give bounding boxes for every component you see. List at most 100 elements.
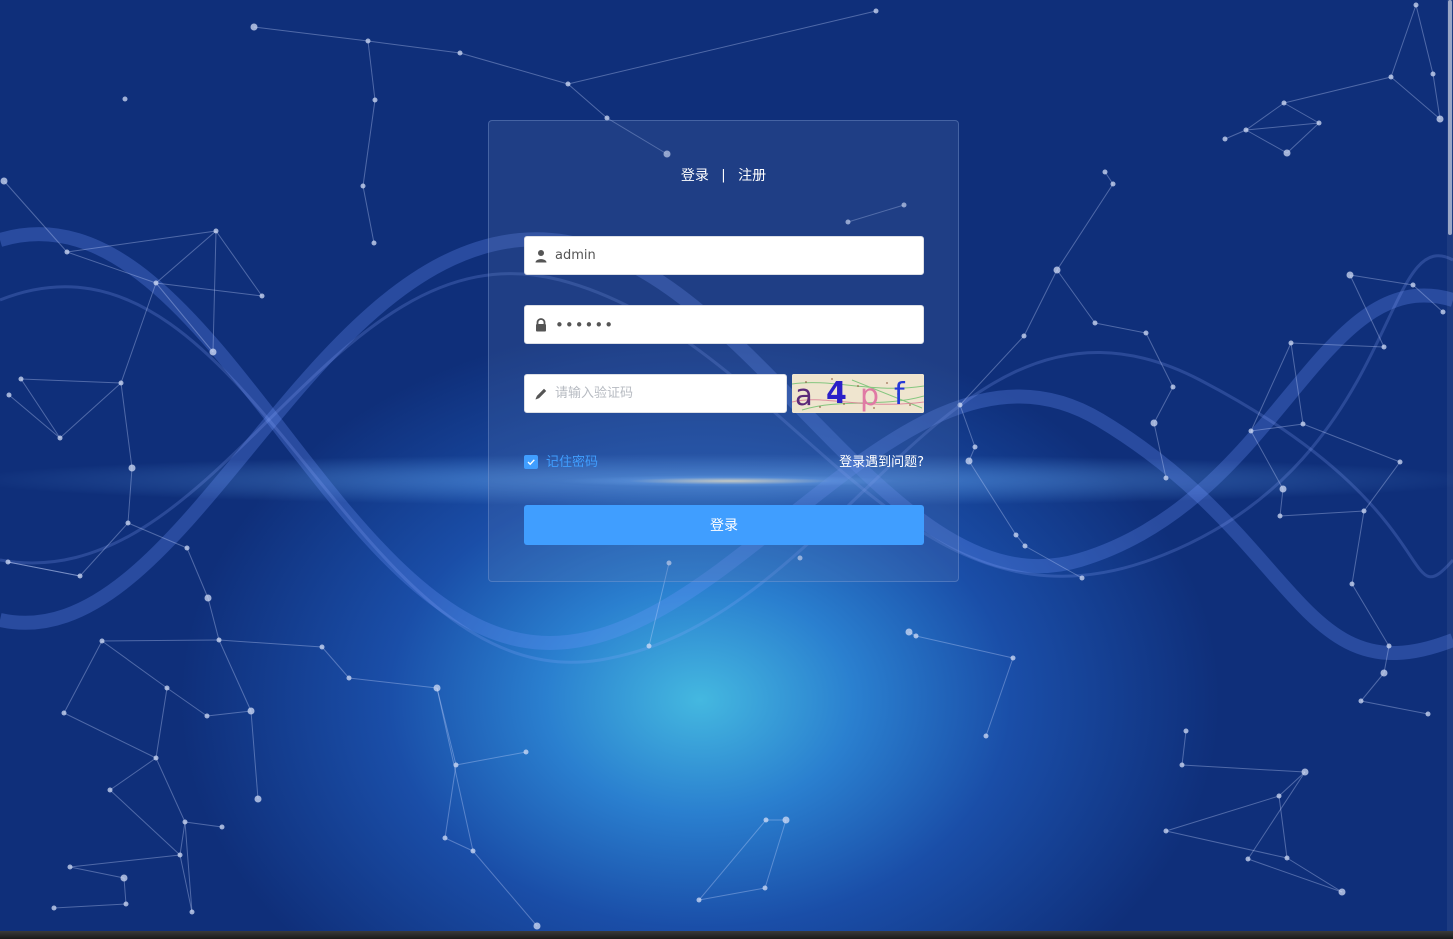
network-node [1179,762,1185,768]
network-line [1390,4,1417,78]
network-node [533,922,541,930]
network-line [250,710,259,800]
network-line [985,657,1014,737]
network-line [1245,129,1288,154]
network-line [20,378,61,439]
network-line [179,821,186,856]
network-node [1110,181,1116,187]
network-line [166,687,208,717]
network-line [1390,76,1441,120]
network-line [109,789,181,856]
network-line [362,99,376,187]
network-node [365,38,371,44]
scrollbar[interactable] [1447,0,1453,931]
network-node [153,280,159,286]
network-line [207,597,220,641]
network-node [250,23,258,31]
network-node [182,819,188,825]
network-node [346,675,352,681]
login-tabs: 登录 | 注册 [489,167,958,185]
network-node [433,684,441,692]
network-node [1102,169,1108,175]
network-node [1163,828,1169,834]
network-node [219,824,225,830]
network-line [218,639,252,712]
login-help-link[interactable]: 登录遇到问题? [839,454,924,472]
network-line [155,230,217,284]
network-line [120,382,133,469]
network-node [646,643,652,649]
network-line [1056,183,1114,271]
network-line [1432,73,1441,120]
network-node [873,8,879,14]
network-node [371,240,377,246]
network-line [69,854,181,868]
network-line [455,751,527,766]
network-line [1351,583,1390,647]
remember-password[interactable]: 记住密码 [524,454,598,472]
network-node [64,249,70,255]
network-line [1360,672,1385,702]
network-line [109,757,157,791]
network-node [763,817,769,823]
network-node [782,816,790,824]
network-node [153,755,159,761]
network-node [1436,115,1444,123]
network-line [155,282,214,353]
network-node [1022,543,1028,549]
network-line [79,522,129,577]
password-input[interactable] [555,306,915,343]
scrollbar-thumb[interactable] [1448,0,1452,235]
network-node [1425,711,1431,717]
network-line [1245,102,1285,131]
captcha-field[interactable] [524,374,787,413]
network-node [1410,282,1416,288]
captcha-input[interactable] [555,375,780,412]
network-node [1079,575,1085,581]
network-node [1388,74,1394,80]
network-node [128,464,136,472]
network-node [913,633,919,639]
network-line [1279,510,1365,517]
network-line [444,764,457,839]
check-icon [527,458,535,465]
network-node [1013,532,1019,538]
network-node [1381,344,1387,350]
login-panel: 登录 | 注册 admin •••••• 请输入验证码 a 4 p f 记住密码… [488,120,959,582]
network-node [1092,320,1098,326]
network-line [436,687,474,852]
network-line [367,40,461,54]
network-node [319,644,325,650]
tab-login[interactable]: 登录 [681,167,709,185]
network-line [1056,269,1096,324]
remember-checkbox[interactable] [524,454,538,469]
tab-register[interactable]: 注册 [738,167,766,185]
login-button[interactable]: 登录 [524,505,924,545]
username-field[interactable] [524,236,924,275]
network-node [1284,855,1290,861]
username-input[interactable] [555,237,915,274]
network-node [1010,655,1016,661]
network-line [698,887,766,901]
network-line [567,10,877,85]
network-node [216,637,222,643]
network-line [7,561,81,577]
network-node [1346,271,1354,279]
password-field[interactable] [524,305,924,344]
captcha-image[interactable]: a 4 p f [792,374,924,413]
network-node [1397,459,1403,465]
network-line [186,547,209,599]
network-line [1153,386,1174,424]
network-node [1288,340,1294,346]
network-node [118,380,124,386]
network-node [1183,728,1189,734]
network-node [209,348,217,356]
network-line [1224,129,1247,140]
network-node [184,545,190,551]
network-line [362,185,375,244]
network-line [915,635,1014,659]
network-line [1245,122,1320,131]
network-node [1150,419,1158,427]
network-node [1170,384,1176,390]
network-node [254,795,262,803]
